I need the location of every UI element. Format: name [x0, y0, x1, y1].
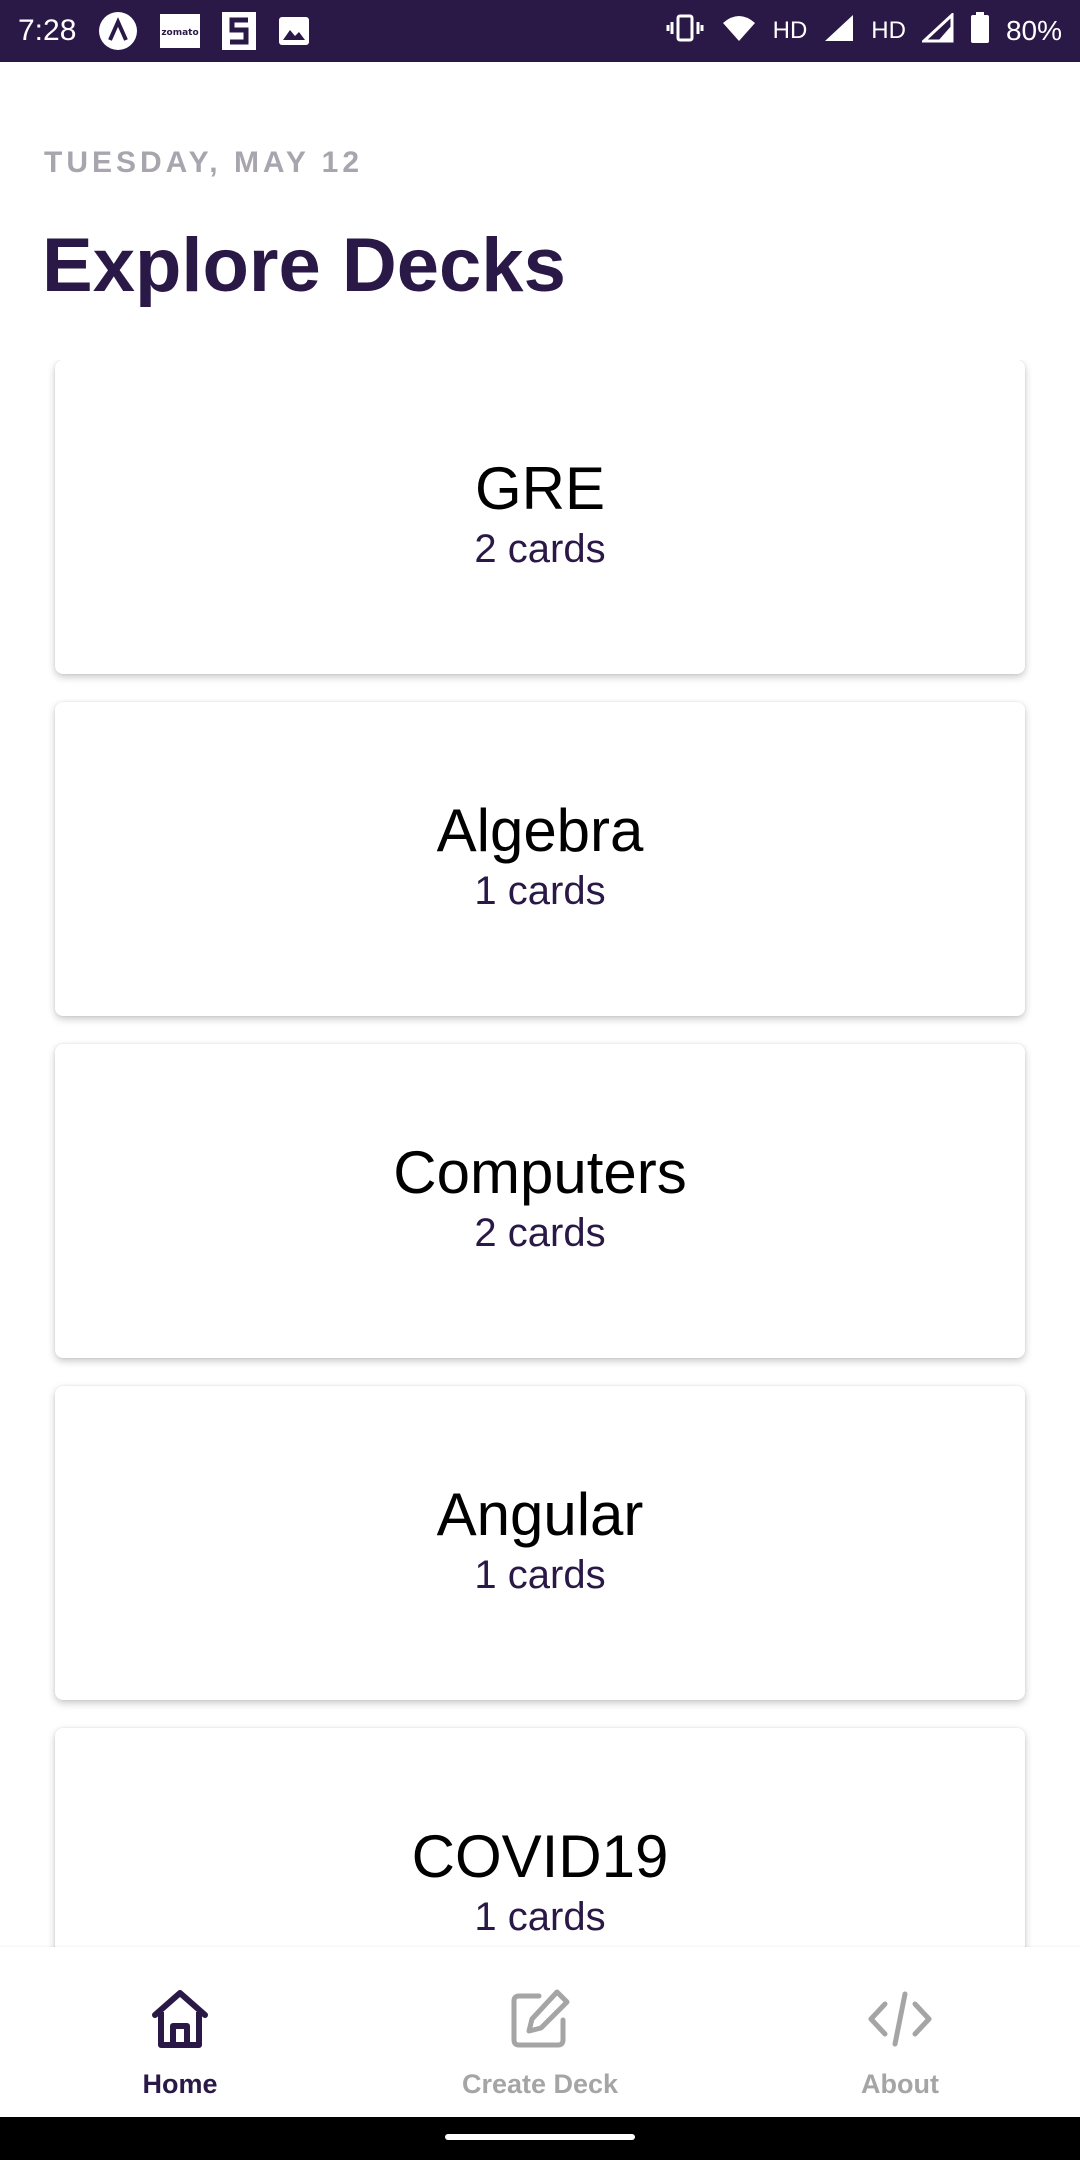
- signal-icon-2: [920, 11, 954, 50]
- deck-card[interactable]: Angular 1 cards: [55, 1386, 1025, 1700]
- edit-icon: [509, 1983, 571, 2055]
- deck-name: Computers: [393, 1139, 687, 1206]
- deck-card[interactable]: GRE 2 cards: [55, 360, 1025, 674]
- code-icon: [867, 1983, 933, 2055]
- deck-list[interactable]: GRE 2 cards Algebra 1 cards Computers 2 …: [0, 360, 1080, 1947]
- nav-about-label: About: [861, 2069, 939, 2099]
- sketch-app-icon: [222, 12, 257, 50]
- hd-label-2: HD: [871, 17, 906, 44]
- deck-name: GRE: [474, 455, 606, 522]
- app-notification-icon: [98, 11, 138, 51]
- deck-card-count: 2 cards: [474, 1211, 606, 1255]
- deck-card[interactable]: COVID19 1 cards: [55, 1728, 1025, 1947]
- vibrate-icon: [665, 13, 705, 50]
- wifi-icon: [721, 13, 757, 50]
- status-time: 7:28: [18, 14, 77, 47]
- nav-about[interactable]: About: [720, 1947, 1080, 2117]
- nav-create-deck-label: Create Deck: [461, 2069, 619, 2099]
- deck-card-count: 1 cards: [474, 1553, 606, 1597]
- nav-home-label: Home: [142, 2069, 218, 2099]
- deck-card[interactable]: Computers 2 cards: [55, 1044, 1025, 1358]
- zomato-icon-text: zomato: [162, 28, 199, 38]
- deck-card-count: 1 cards: [474, 1895, 606, 1939]
- deck-card[interactable]: Algebra 1 cards: [55, 702, 1025, 1016]
- page-title: Explore Decks: [42, 223, 566, 308]
- zomato-icon: zomato: [160, 14, 201, 48]
- hd-label-1: HD: [772, 17, 808, 44]
- signal-icon-1: [823, 13, 855, 50]
- battery-percent: 80%: [1005, 15, 1062, 46]
- home-indicator[interactable]: [445, 2134, 635, 2140]
- deck-card-count: 2 cards: [474, 527, 606, 571]
- deck-name: COVID19: [411, 1823, 669, 1890]
- home-icon: [149, 1983, 211, 2055]
- bottom-nav: Home Create Deck About: [0, 1947, 1080, 2117]
- deck-name: Algebra: [436, 797, 644, 864]
- nav-create-deck[interactable]: Create Deck: [360, 1947, 720, 2117]
- image-icon: [278, 16, 310, 46]
- date-label: TUESDAY, MAY 12: [44, 146, 364, 179]
- nav-home[interactable]: Home: [0, 1947, 360, 2117]
- status-left: 7:28 zomato: [18, 11, 310, 51]
- deck-name: Angular: [436, 1481, 644, 1548]
- battery-icon: [970, 11, 990, 51]
- status-bar: 7:28 zomato HD HD 80%: [0, 0, 1080, 62]
- deck-card-count: 1 cards: [474, 869, 606, 913]
- status-right: HD HD 80%: [665, 11, 1062, 51]
